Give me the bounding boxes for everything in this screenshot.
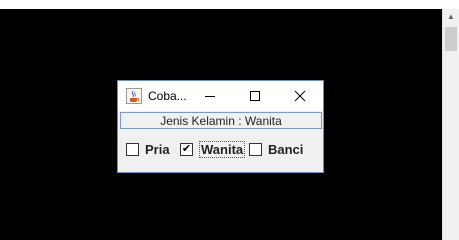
checkmark-icon: ✔: [181, 142, 192, 155]
checkbox-box-wanita[interactable]: ✔: [180, 142, 193, 156]
vertical-scrollbar[interactable]: ▲: [442, 9, 459, 240]
checkbox-box-banci[interactable]: [249, 142, 262, 156]
window-title: Coba...: [148, 89, 187, 103]
gender-label: Jenis Kelamin : Wanita: [120, 112, 322, 129]
checkbox-label-pria[interactable]: Pria: [145, 142, 170, 157]
scroll-up-arrow-icon[interactable]: ▲: [443, 9, 459, 24]
minimize-icon: [205, 96, 215, 97]
checkbox-banci[interactable]: Banci: [249, 140, 303, 158]
checkbox-label-banci[interactable]: Banci: [268, 142, 303, 157]
title-bar[interactable]: Coba...: [118, 81, 323, 111]
checkbox-pria[interactable]: Pria: [126, 140, 170, 158]
checkbox-label-wanita[interactable]: Wanita: [199, 140, 246, 158]
close-icon: [294, 90, 306, 102]
maximize-button[interactable]: [233, 81, 277, 111]
java-cup-icon: [126, 88, 142, 104]
gender-options: Pria ✔ Wanita Banci: [126, 140, 321, 158]
scroll-thumb[interactable]: [445, 27, 457, 51]
maximize-icon: [250, 91, 260, 101]
top-margin: [0, 0, 459, 9]
app-window: Coba... Jenis Kelamin : Wanita Pria ✔ Wa…: [117, 80, 324, 173]
checkbox-wanita[interactable]: ✔ Wanita: [180, 140, 246, 158]
minimize-button[interactable]: [188, 81, 232, 111]
checkbox-box-pria[interactable]: [126, 142, 139, 156]
close-button[interactable]: [278, 81, 322, 111]
